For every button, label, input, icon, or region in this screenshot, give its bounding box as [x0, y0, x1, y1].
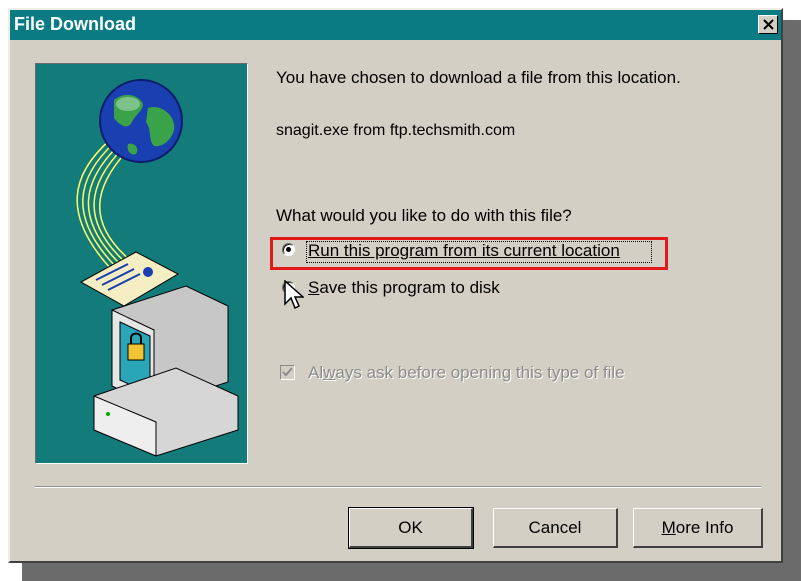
download-message: You have chosen to download a file from …: [276, 68, 681, 87]
more-info-button[interactable]: More Info: [633, 508, 763, 548]
radio-selected-dot: [286, 247, 291, 252]
close-icon: [763, 19, 774, 30]
title-bar[interactable]: File Download: [10, 10, 781, 40]
always-ask-label-rest: ays ask before opening this type of file: [335, 363, 625, 382]
file-download-dialog: File Download You have chosen to downloa…: [8, 8, 783, 563]
ok-button[interactable]: OK: [348, 507, 474, 549]
run-program-label[interactable]: Run this program from its current locati…: [308, 241, 620, 261]
save-accelerator: S: [308, 278, 320, 297]
checkmark-icon: [282, 367, 293, 377]
always-ask-accelerator: w: [323, 363, 336, 382]
computer-lock-icon: [93, 285, 239, 457]
save-label-rest: ave this program to disk: [319, 278, 500, 297]
more-info-label-rest: ore Info: [675, 517, 734, 537]
always-ask-label-start: Al: [308, 363, 324, 382]
illustration-art: [76, 79, 239, 457]
more-info-accelerator: M: [661, 517, 676, 537]
dialog-title: File Download: [14, 14, 137, 34]
close-button[interactable]: [758, 15, 778, 34]
save-to-disk-label[interactable]: Save this program to disk: [308, 278, 500, 298]
download-illustration: [35, 63, 248, 464]
file-source: snagit.exe from ftp.techsmith.com: [276, 122, 516, 139]
globe-icon: [99, 79, 183, 163]
mouse-cursor-icon: [284, 280, 304, 310]
cancel-button[interactable]: Cancel: [493, 508, 618, 548]
always-ask-label: Always ask before opening this type of f…: [308, 363, 625, 383]
always-ask-checkbox[interactable]: [280, 365, 295, 380]
button-separator: [35, 486, 761, 488]
run-program-radio[interactable]: [282, 243, 295, 256]
action-question: What would you like to do with this file…: [276, 206, 572, 225]
